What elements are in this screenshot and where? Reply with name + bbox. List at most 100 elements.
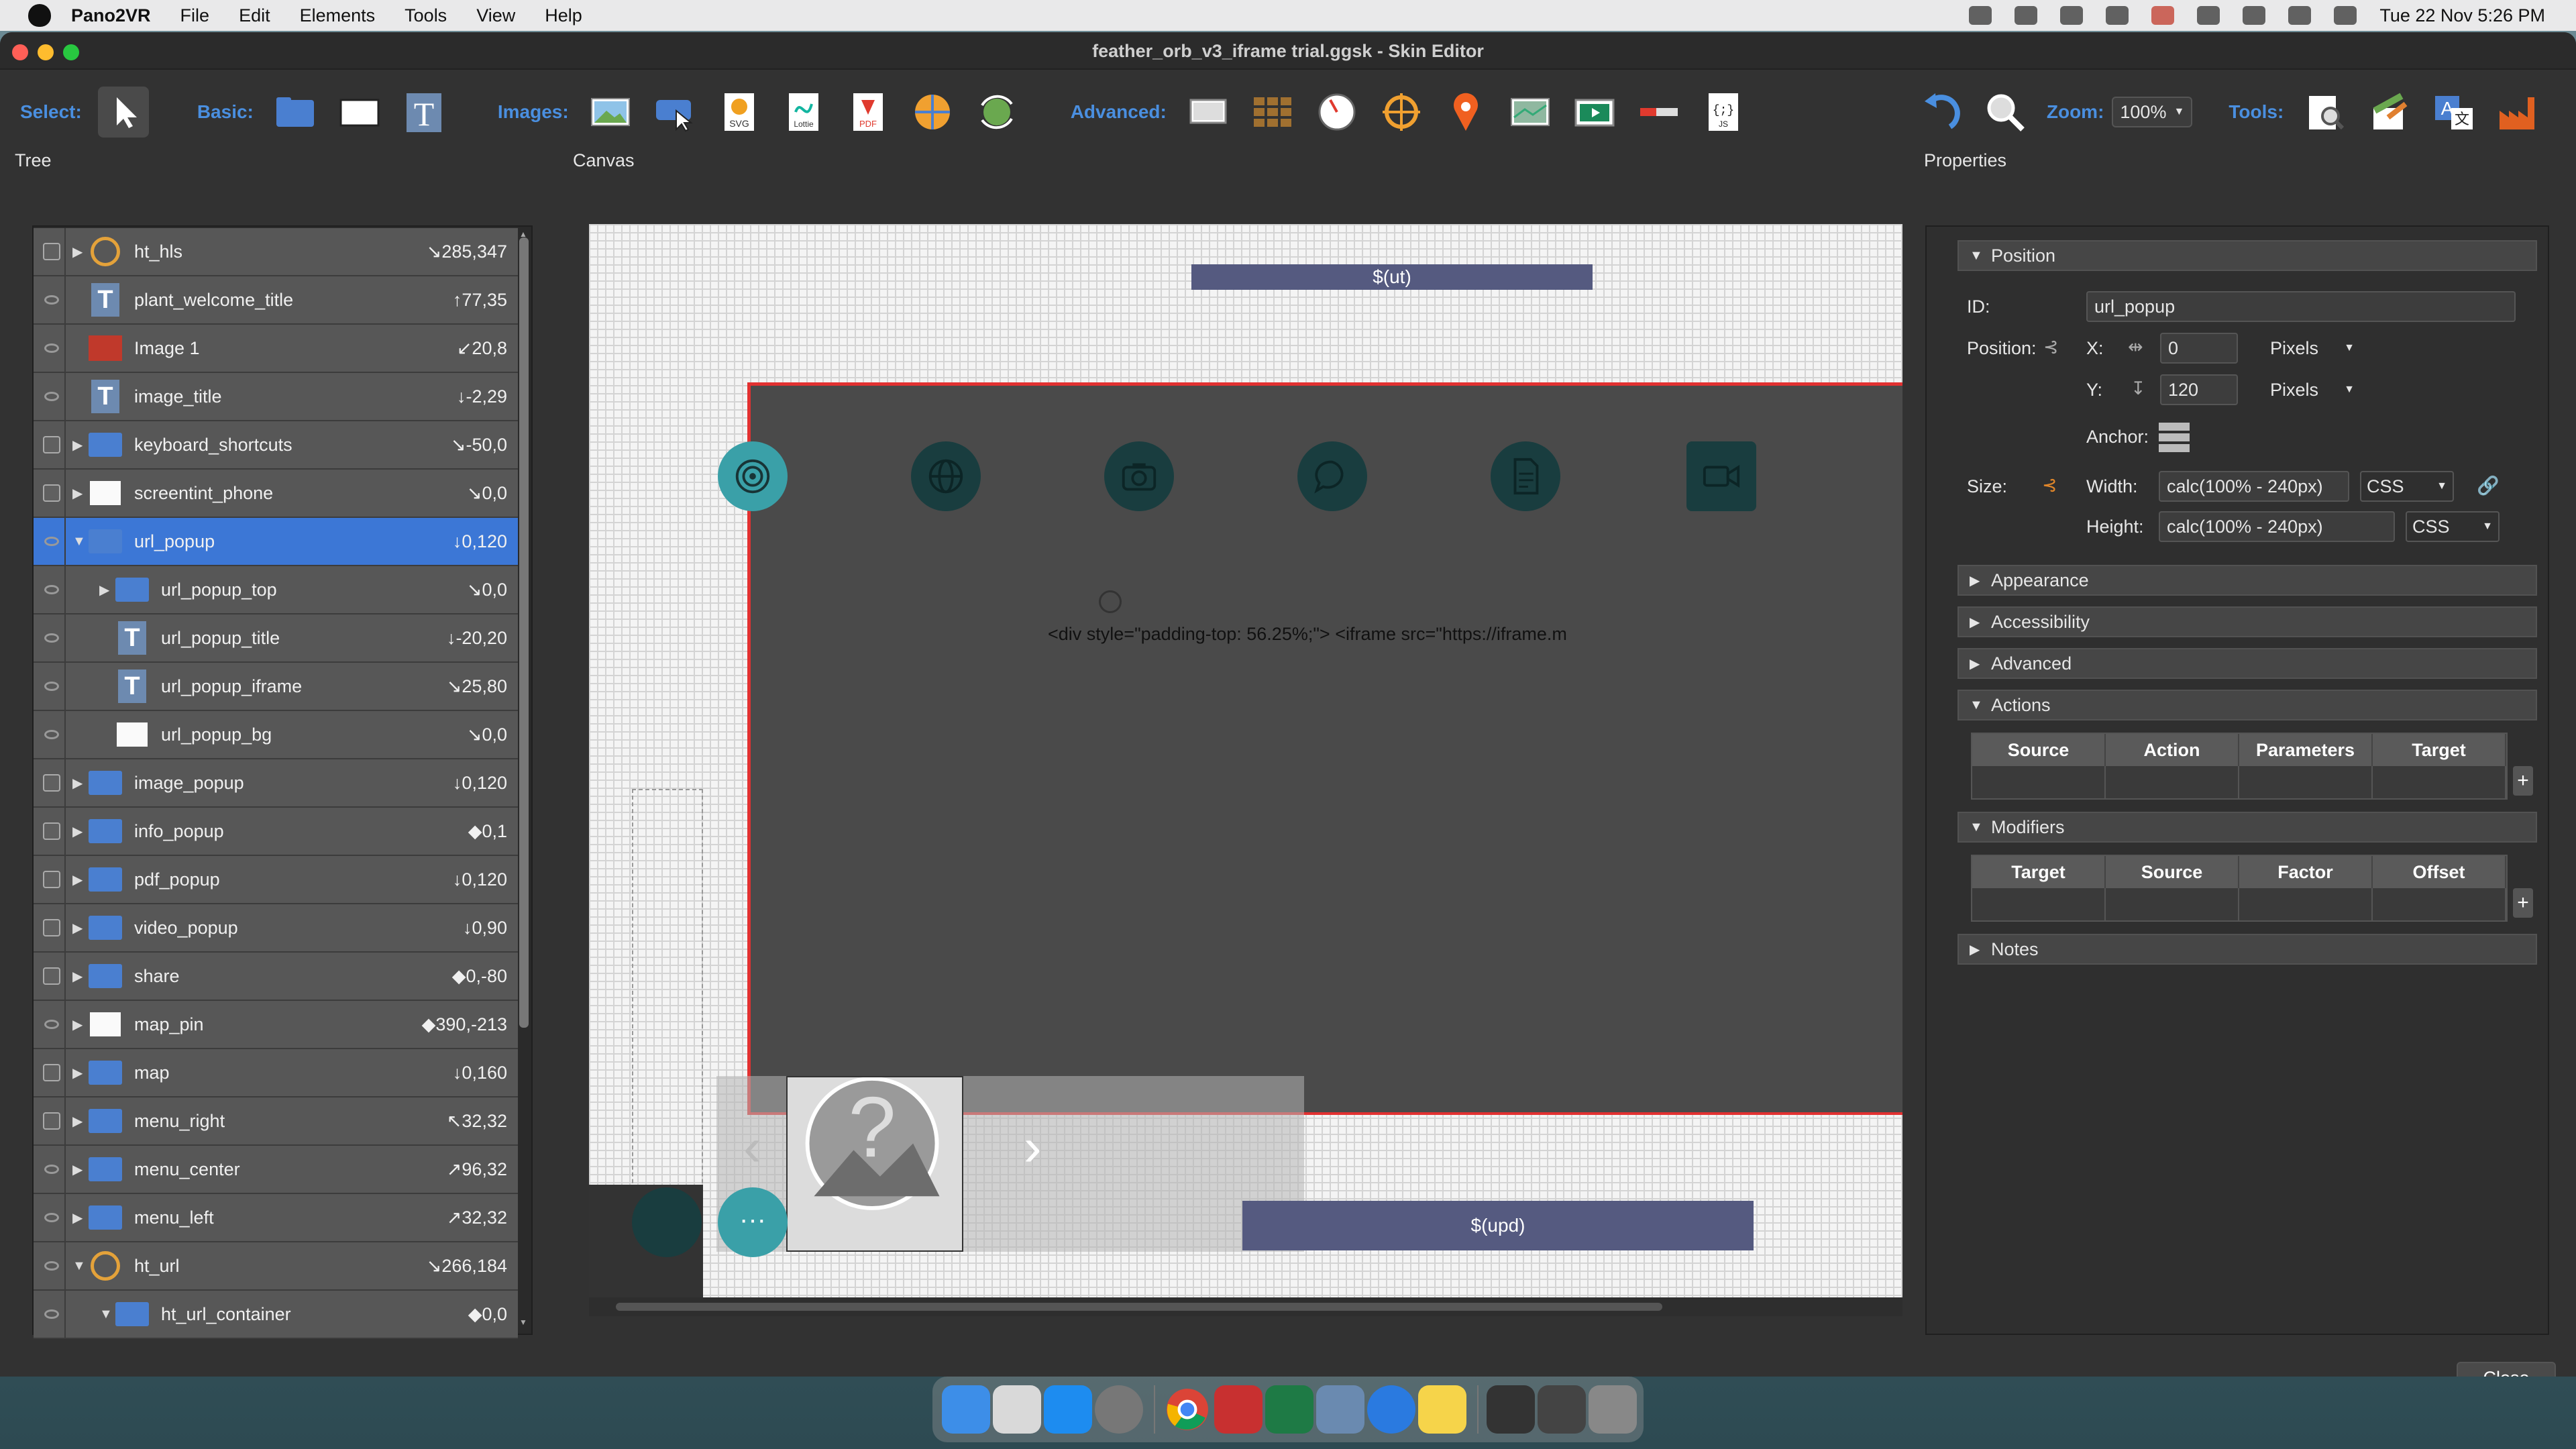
- visibility-checkbox[interactable]: [39, 904, 66, 951]
- modifiers-col-offset[interactable]: Offset: [2373, 856, 2506, 888]
- collapsed-triangle-icon[interactable]: ▶: [72, 1016, 83, 1033]
- popup-video-button[interactable]: [1686, 441, 1756, 511]
- play-icon[interactable]: [2015, 6, 2038, 25]
- safari-dock-icon[interactable]: [1367, 1385, 1415, 1434]
- y-input[interactable]: 120: [2160, 374, 2238, 405]
- visibility-checkbox[interactable]: [39, 1097, 66, 1144]
- add-hotspot-button[interactable]: [1376, 87, 1427, 138]
- menu-file[interactable]: File: [180, 5, 210, 26]
- modifiers-col-target[interactable]: Target: [1972, 856, 2106, 888]
- tree-row[interactable]: ▶ keyboard_shortcuts ↘-50,0: [34, 421, 518, 470]
- gallery-prev-arrow-icon[interactable]: ‹: [743, 1116, 761, 1178]
- canvas-area[interactable]: $(ut) <div style="padding-top: 56.25%;">…: [589, 224, 1902, 1316]
- zoom-tool-button[interactable]: [1980, 87, 2031, 138]
- menu-app-name[interactable]: Pano2VR: [71, 5, 151, 26]
- add-map-button[interactable]: [1505, 87, 1556, 138]
- system-settings-dock-icon[interactable]: [1095, 1385, 1143, 1434]
- tree-scrollbar[interactable]: ▲ ▼: [519, 229, 529, 1327]
- visibility-eye-icon[interactable]: [39, 1291, 66, 1338]
- finder-dock-icon[interactable]: [942, 1385, 990, 1434]
- add-pdf-button[interactable]: PDF: [843, 87, 894, 138]
- menu-view[interactable]: View: [476, 5, 515, 26]
- section-appearance[interactable]: ▶ Appearance: [1957, 565, 2537, 596]
- tree-row[interactable]: ▶ menu_center ↗96,32: [34, 1146, 518, 1194]
- menu-help[interactable]: Help: [545, 5, 582, 26]
- undo-button[interactable]: [1915, 87, 1966, 138]
- aspect-lock-link-icon[interactable]: 🔗: [2477, 475, 2500, 496]
- tree-row[interactable]: ▶ video_popup ↓0,90: [34, 904, 518, 953]
- section-modifiers[interactable]: ▼ Modifiers: [1957, 812, 2537, 843]
- visibility-eye-icon[interactable]: [39, 373, 66, 420]
- add-code-button[interactable]: {;} JS: [1698, 87, 1749, 138]
- popup-target-button[interactable]: [718, 441, 788, 511]
- visibility-eye-icon[interactable]: [39, 663, 66, 710]
- tree-row[interactable]: ▶ share ◆0,-80: [34, 953, 518, 1001]
- x-unit-select[interactable]: Pixels ▼: [2265, 333, 2355, 364]
- gallery-next-arrow-icon[interactable]: ›: [1024, 1116, 1042, 1178]
- recording-icon[interactable]: [2151, 6, 2175, 25]
- tree-scroll-thumb[interactable]: [519, 237, 529, 1028]
- visibility-checkbox[interactable]: [39, 856, 66, 903]
- add-modifier-plus-icon[interactable]: +: [2513, 888, 2533, 918]
- close-button[interactable]: Close: [2457, 1362, 2556, 1377]
- tree-row[interactable]: ▶ url_popup_top ↘0,0: [34, 566, 518, 614]
- zoom-select[interactable]: 100% ▼: [2112, 97, 2193, 127]
- section-notes[interactable]: ▶ Notes: [1957, 934, 2537, 965]
- collapsed-triangle-icon[interactable]: ▶: [72, 485, 83, 502]
- app-store-dock-icon[interactable]: [1044, 1385, 1092, 1434]
- width-input[interactable]: calc(100% - 240px): [2159, 471, 2349, 502]
- menu-tools[interactable]: Tools: [405, 5, 447, 26]
- window-thumbnail-1-icon[interactable]: [1487, 1385, 1535, 1434]
- position-link-icon[interactable]: ⊰: [2043, 337, 2059, 358]
- visibility-checkbox[interactable]: [39, 421, 66, 468]
- tree-row[interactable]: ▶ pdf_popup ↓0,120: [34, 856, 518, 904]
- collapsed-triangle-icon[interactable]: ▶: [72, 1113, 83, 1130]
- add-grid-button[interactable]: [1247, 87, 1298, 138]
- tree-row[interactable]: ▼ url_popup ↓0,120: [34, 518, 518, 566]
- menu-toggle-button[interactable]: [632, 1187, 702, 1257]
- add-image-button[interactable]: [585, 87, 636, 138]
- section-position[interactable]: ▼ Position: [1957, 240, 2537, 271]
- add-panorama-button[interactable]: [907, 87, 958, 138]
- expanded-triangle-icon[interactable]: ▼: [99, 1307, 113, 1322]
- collapsed-triangle-icon[interactable]: ▶: [72, 775, 83, 792]
- tree-row[interactable]: ▶ map_pin ◆390,-213: [34, 1001, 518, 1049]
- visibility-eye-icon[interactable]: [39, 1242, 66, 1289]
- launchpad-dock-icon[interactable]: [993, 1385, 1041, 1434]
- visibility-eye-icon[interactable]: [39, 711, 66, 758]
- visibility-eye-icon[interactable]: [39, 325, 66, 372]
- id-input[interactable]: url_popup: [2086, 291, 2516, 322]
- add-container-button[interactable]: [270, 87, 321, 138]
- collapsed-triangle-icon[interactable]: ▶: [72, 968, 83, 985]
- chrome-dock-icon[interactable]: [1163, 1385, 1212, 1434]
- collapsed-triangle-icon[interactable]: ▶: [72, 244, 83, 260]
- tree-row[interactable]: ▼ ht_url ↘266,184: [34, 1242, 518, 1291]
- add-rectangle-button[interactable]: [334, 87, 385, 138]
- add-svg-button[interactable]: SVG: [714, 87, 765, 138]
- preview-dock-icon[interactable]: [1316, 1385, 1364, 1434]
- modifiers-col-factor[interactable]: Factor: [2239, 856, 2373, 888]
- add-action-plus-icon[interactable]: +: [2513, 766, 2533, 796]
- popup-document-button[interactable]: [1491, 441, 1560, 511]
- creative-cloud-icon[interactable]: [1969, 6, 1992, 25]
- add-timer-bar-button[interactable]: [1633, 87, 1684, 138]
- tree-row[interactable]: Turl_popup_title ↓-20,20: [34, 614, 518, 663]
- expanded-triangle-icon[interactable]: ▼: [72, 1258, 86, 1274]
- pano2vr-dock-icon[interactable]: [1214, 1385, 1263, 1434]
- collapsed-triangle-icon[interactable]: ▶: [72, 1065, 83, 1081]
- tool-factory-button[interactable]: [2493, 87, 2544, 138]
- visibility-eye-icon[interactable]: [39, 1001, 66, 1048]
- collapsed-triangle-icon[interactable]: ▶: [72, 1210, 83, 1226]
- section-advanced[interactable]: ▶ Advanced: [1957, 648, 2537, 679]
- height-unit-select[interactable]: CSS ▼: [2406, 511, 2500, 542]
- collapsed-triangle-icon[interactable]: ▶: [72, 823, 83, 840]
- visibility-eye-icon[interactable]: [39, 614, 66, 661]
- size-link-icon[interactable]: ⊰: [2042, 475, 2057, 496]
- visibility-eye-icon[interactable]: [39, 276, 66, 323]
- iframe-code-text[interactable]: <div style="padding-top: 56.25%;"> <ifra…: [1048, 624, 1567, 645]
- trash-dock-icon[interactable]: [1589, 1385, 1637, 1434]
- top-label-bar[interactable]: $(ut): [1191, 264, 1593, 290]
- collapsed-triangle-icon[interactable]: ▶: [72, 1161, 83, 1178]
- tool-search-button[interactable]: [2300, 87, 2351, 138]
- anchor-grid-icon[interactable]: [2159, 421, 2190, 452]
